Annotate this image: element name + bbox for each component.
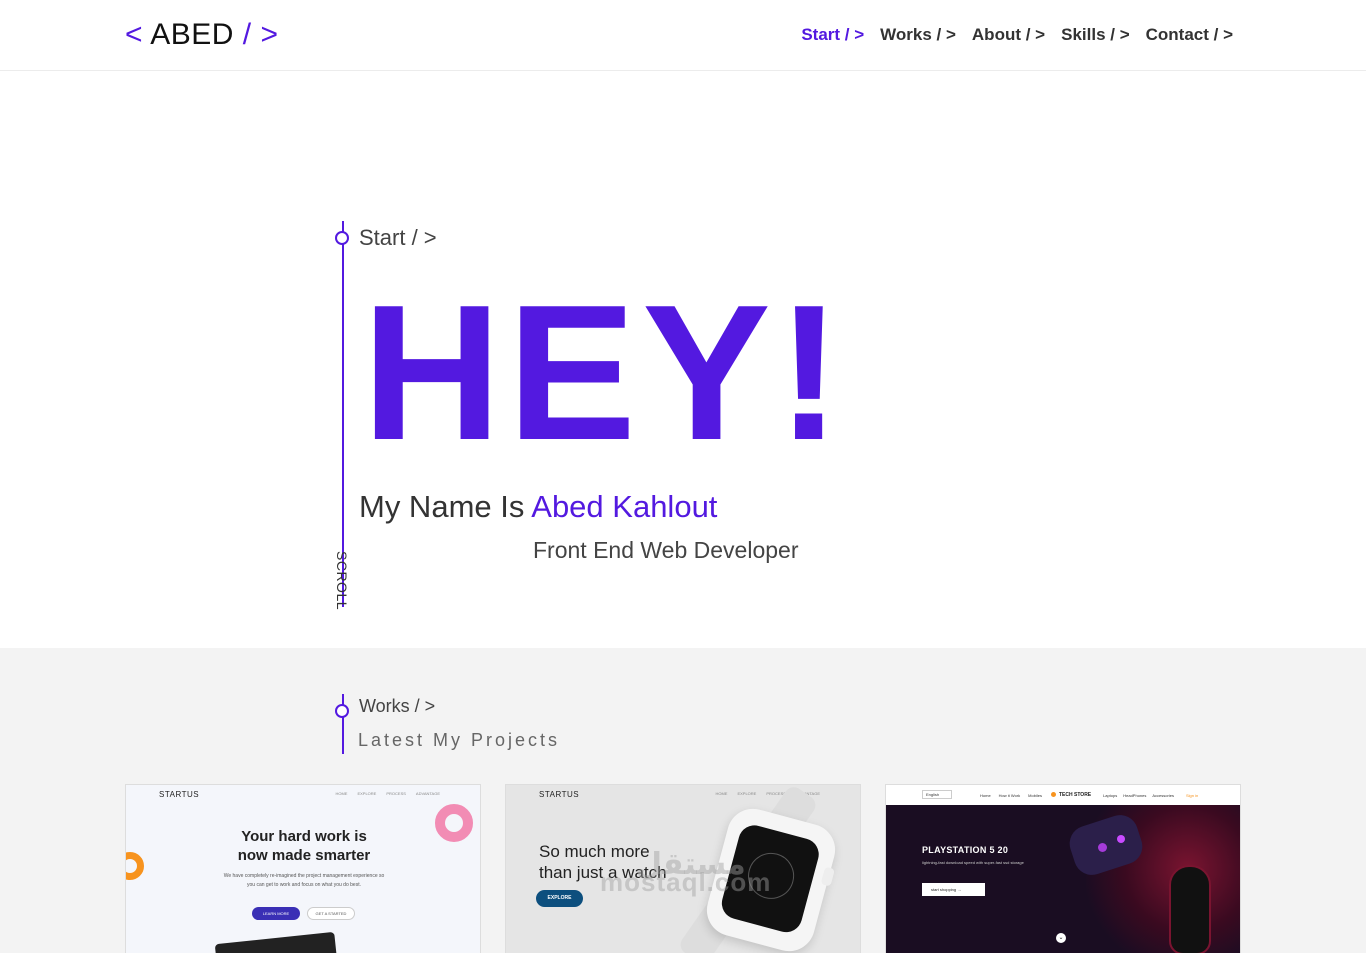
works-section-label: Works / > (359, 696, 436, 716)
nav-start[interactable]: Start / > (801, 25, 864, 45)
works-timeline-dot (335, 704, 349, 718)
works-timeline-line (342, 694, 344, 754)
card-nav-item: EXPLORE (737, 791, 757, 796)
card-nav-item: EXPLORE (357, 791, 377, 796)
card-topbar: English Home How it Work Mobiles TECH ST… (886, 785, 1240, 805)
hero-role: Front End Web Developer (533, 537, 799, 563)
nav-skills[interactable]: Skills / > (1061, 25, 1130, 45)
hero-intro-prefix: My Name Is (359, 489, 532, 524)
card-text: We have completely re-imagined the proje… (223, 873, 385, 888)
card-title-line: Your hard work is (241, 828, 367, 845)
hero-intro-name: Abed Kahlout (531, 489, 718, 524)
device-image (214, 931, 338, 953)
card-nav: HOME EXPLORE PROCESS ADVANTAGE (335, 791, 440, 796)
logo-open-bracket: < (125, 18, 144, 51)
project-card-watch[interactable]: STARTUS HOME EXPLORE PROCESS ADVANTAGE S… (505, 784, 861, 953)
language-select: English (922, 790, 952, 799)
logo[interactable]: < ABED / > (125, 18, 278, 52)
learn-more-button: LEARN MORE (252, 907, 300, 920)
logo-slash: / (242, 18, 252, 51)
nav-about[interactable]: About / > (972, 25, 1045, 45)
logo-close-bracket: > (260, 18, 279, 51)
project-card-startus[interactable]: STARTUS HOME EXPLORE PROCESS ADVANTAGE Y… (125, 784, 481, 953)
card-nav-item: HOME (335, 791, 348, 796)
hero-section: Start / > HEY! My Name Is Abed Kahlout F… (0, 71, 1366, 648)
card-nav-item: Accessories (1152, 793, 1174, 798)
hero-timeline-dot (335, 231, 349, 245)
gamepad-button (1117, 835, 1125, 843)
card-nav-item: HOME (715, 791, 728, 796)
scroll-indicator[interactable]: SCROLL (334, 551, 350, 610)
card-nav-item: Laptops (1103, 793, 1118, 798)
project-card-tech-store[interactable]: English Home How it Work Mobiles TECH ST… (885, 784, 1241, 953)
hero-timeline-line (342, 221, 344, 607)
chevron-down-icon: ⌄ (1056, 933, 1066, 943)
card-text: lightning-fast download speed with super… (922, 860, 1024, 865)
watermark: mostaql.com (600, 867, 772, 897)
nav-contact[interactable]: Contact / > (1146, 25, 1233, 45)
card-brand: STARTUS (159, 790, 200, 799)
gamepad-button (1098, 843, 1107, 852)
hero-section-label: Start / > (359, 225, 437, 250)
hero-headline: HEY! (362, 264, 848, 480)
site-header: < ABED / > Start / > Works / > About / >… (0, 0, 1366, 71)
card-nav: Home How it Work Mobiles (980, 793, 1042, 798)
card-title-line: now made smarter (237, 847, 371, 864)
mouse-image (1169, 865, 1211, 953)
card-nav-item: Mobiles (1028, 793, 1042, 798)
card-brand: STARTUS (539, 790, 580, 799)
nav-works[interactable]: Works / > (880, 25, 956, 45)
card-nav-item: HeadPhones (1123, 793, 1147, 798)
card-title: PLAYSTATION 5 20 (922, 845, 1009, 855)
card-nav-item: ADVANTAGE (415, 791, 440, 796)
explore-button: EXPLORE (536, 890, 583, 907)
works-section: Works / > Latest My Projects STARTUS HOM… (0, 648, 1366, 953)
card-nav-secondary: Laptops HeadPhones Accessories (1103, 793, 1174, 798)
card-nav-item: PROCESS (386, 791, 406, 796)
signin-link: Sign in (1186, 793, 1199, 798)
store-logo: TECH STORE (1051, 792, 1091, 798)
main-nav: Start / > Works / > About / > Skills / >… (801, 25, 1233, 45)
get-started-button: GET A STARTED (307, 907, 355, 920)
works-subtitle: Latest My Projects (358, 730, 561, 750)
start-shopping-button: start shopping → (922, 883, 985, 896)
logo-name: ABED (150, 18, 234, 51)
card-nav-item: How it Work (998, 793, 1021, 798)
card-title: Your hard work is now made smarter (126, 827, 480, 865)
card-nav-item: Home (980, 793, 991, 798)
watch-crown (820, 866, 835, 887)
hero-intro: My Name Is Abed Kahlout (359, 489, 717, 525)
